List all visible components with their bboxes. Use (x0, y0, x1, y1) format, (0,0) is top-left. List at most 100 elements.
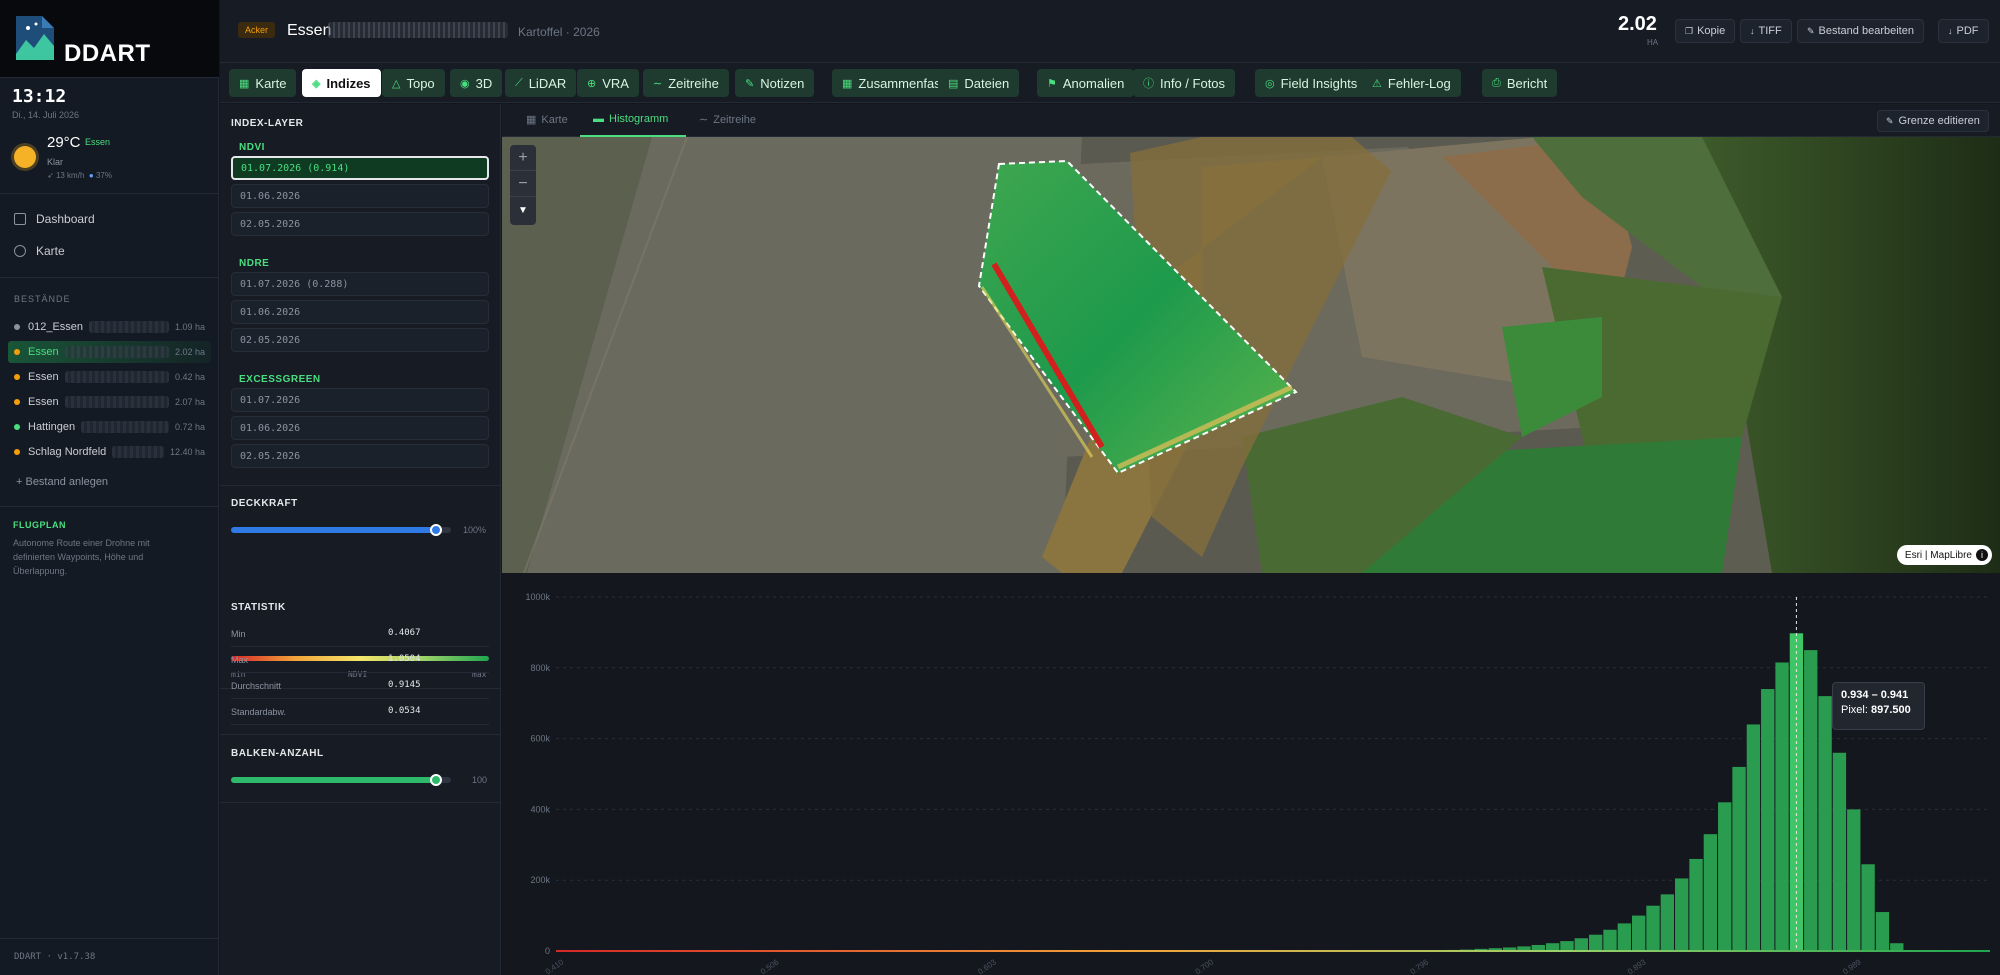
subtab-karte[interactable]: ▦ Karte (526, 113, 568, 127)
histogram-bar[interactable] (1588, 934, 1603, 951)
tab-karte[interactable]: ▦ Karte (229, 69, 297, 97)
subtab-zeitreihe[interactable]: ∼ Zeitreihe (699, 113, 756, 127)
stand-item[interactable]: Essen 0.42 ha (8, 366, 211, 388)
tab-notizen[interactable]: ✎ Notizen (735, 69, 815, 97)
tab-fehler-log[interactable]: ⚠ Fehler-Log (1362, 69, 1461, 97)
zoom-out-button[interactable]: − (510, 171, 536, 197)
tiff-button[interactable]: ↓ TIFF (1740, 19, 1792, 43)
divider (0, 277, 219, 278)
histogram-bar[interactable] (1775, 662, 1789, 951)
opacity-slider[interactable] (231, 524, 451, 536)
stand-item[interactable]: 012_Essen 1.09 ha (8, 316, 211, 338)
histogram-bar[interactable] (1818, 696, 1832, 951)
add-stand-button[interactable]: + Bestand anlegen (16, 476, 108, 488)
tab-lidar[interactable]: ⟋ LiDAR (505, 69, 577, 97)
histogram-bar[interactable] (1847, 809, 1861, 951)
stand-item[interactable]: Hattingen 0.72 ha (8, 416, 211, 438)
histogram-bar[interactable] (1746, 724, 1761, 951)
histogram-bar[interactable] (1804, 650, 1818, 951)
tab-bericht[interactable]: ⎙ Bericht (1482, 69, 1558, 97)
zoom-in-button[interactable]: + (510, 145, 536, 171)
sidebar: DDART 13:12 Di., 14. Juli 2026 29°C Esse… (0, 0, 219, 975)
info-icon[interactable]: i (1976, 549, 1988, 561)
y-tick-label: 400k (530, 804, 550, 814)
weather-city: Essen (85, 137, 111, 147)
histogram-bar[interactable] (1861, 864, 1875, 951)
tooltip-pixel-value: 897.500 (1870, 704, 1911, 716)
tab-label: LiDAR (528, 75, 567, 91)
redacted-text (64, 346, 169, 358)
nav-dashboard[interactable]: Dashboard (14, 212, 95, 226)
opacity-slider-handle[interactable] (429, 524, 442, 536)
histogram-bar[interactable] (1732, 766, 1746, 951)
copy-button[interactable]: ❐ Kopie (1675, 19, 1736, 43)
index-layer-item[interactable]: 01.07.2026 (231, 388, 489, 412)
edit-stand-button[interactable]: ✎ Bestand bearbeiten (1797, 19, 1924, 43)
tab-field-insights[interactable]: ◎ Field Insights (1255, 69, 1368, 97)
stand-area: 2.02 ha (174, 347, 205, 357)
bins-slider-handle[interactable] (429, 774, 442, 786)
compass-icon[interactable]: ▼ (510, 197, 536, 223)
color-baseline (556, 950, 1990, 952)
bar-icon: ▬ (593, 113, 604, 125)
tab-topo[interactable]: △ Topo (382, 69, 445, 97)
tab-vra[interactable]: ⊕ VRA (577, 69, 639, 97)
map-attribution[interactable]: Esri | MapLibre i (1896, 545, 1992, 565)
histogram-bar[interactable] (1574, 938, 1588, 951)
humidity-value: 37% (95, 171, 112, 180)
edit-border-button[interactable]: ✎ Grenze editieren (1877, 110, 1989, 132)
histogram-bar[interactable] (1617, 923, 1631, 951)
histogram-bar[interactable] (1560, 941, 1574, 951)
histogram-bar[interactable] (1703, 834, 1718, 951)
histogram-bar[interactable] (1890, 943, 1904, 951)
tab-3d[interactable]: ◉ 3D (450, 69, 503, 97)
map-view[interactable]: + − ▼ Esri | MapLibre i (502, 137, 2000, 573)
index-layer-item[interactable]: 01.06.2026 (231, 184, 489, 208)
attribution-text: Esri | MapLibre (1904, 549, 1972, 561)
index-layer-item[interactable]: 01.07.2026 (0.288) (231, 272, 489, 296)
tooltip-pixels: Pixel: 897.500 (1841, 704, 1916, 716)
nav-label: Dashboard (36, 212, 95, 226)
index-layer-item[interactable]: 02.05.2026 (231, 328, 489, 352)
stand-item[interactable]: Essen 2.07 ha (8, 391, 211, 413)
tab-anomalien[interactable]: ⚑ Anomalien (1037, 69, 1135, 97)
subtab-histogramm[interactable]: ▬ Histogramm (593, 113, 668, 125)
histogram-bar[interactable] (1875, 912, 1890, 951)
date: Di., 14. Juli 2026 (12, 110, 80, 120)
histogram-bar[interactable] (1660, 894, 1675, 951)
download-icon: ↓ (1750, 26, 1755, 36)
tab-label: Notizen (760, 75, 805, 91)
histogram-bar[interactable] (1646, 905, 1660, 951)
tab-indizes[interactable]: ◈ Indizes (302, 69, 381, 97)
histogram-bar[interactable] (1761, 689, 1775, 951)
logo-icon (16, 16, 54, 60)
histogram-bar[interactable] (1718, 802, 1732, 951)
stand-item[interactable]: Schlag Nordfeld 12.40 ha (8, 441, 211, 463)
tab-info-fotos[interactable]: ⓘ Info / Fotos (1133, 69, 1236, 97)
nav-karte[interactable]: Karte (14, 244, 65, 258)
pdf-button[interactable]: ↓ PDF (1938, 19, 1989, 43)
bins-slider[interactable] (231, 774, 451, 786)
stat-label: Durchschnitt (231, 681, 282, 691)
zoom-controls: + − ▼ (510, 145, 536, 225)
divider (220, 485, 501, 486)
tab-dateien[interactable]: ▤ Dateien (938, 69, 1020, 97)
tab-zeitreihe[interactable]: ∼ Zeitreihe (643, 69, 729, 97)
index-layer-item[interactable]: 01.06.2026 (231, 416, 489, 440)
histogram-bar[interactable] (1632, 915, 1646, 951)
stand-item[interactable]: Essen 2.02 ha (8, 341, 211, 363)
logo[interactable]: DDART (0, 0, 219, 78)
subtab-label: Histogramm (609, 113, 669, 125)
index-layer-item[interactable]: 02.05.2026 (231, 212, 489, 236)
flugplan-title[interactable]: FLUGPLAN (13, 520, 66, 530)
histogram-bar[interactable] (1545, 943, 1560, 951)
index-layer-item[interactable]: 01.07.2026 (0.914) (231, 156, 489, 180)
histogram-bar[interactable] (1675, 878, 1689, 951)
histogram-bar[interactable] (1832, 752, 1847, 951)
histogram-bar[interactable] (1603, 929, 1617, 951)
histogram-bar[interactable] (1689, 858, 1703, 951)
redacted-text (112, 446, 164, 458)
index-layer-item[interactable]: 02.05.2026 (231, 444, 489, 468)
panel-title: INDEX-LAYER (231, 118, 304, 129)
index-layer-item[interactable]: 01.06.2026 (231, 300, 489, 324)
